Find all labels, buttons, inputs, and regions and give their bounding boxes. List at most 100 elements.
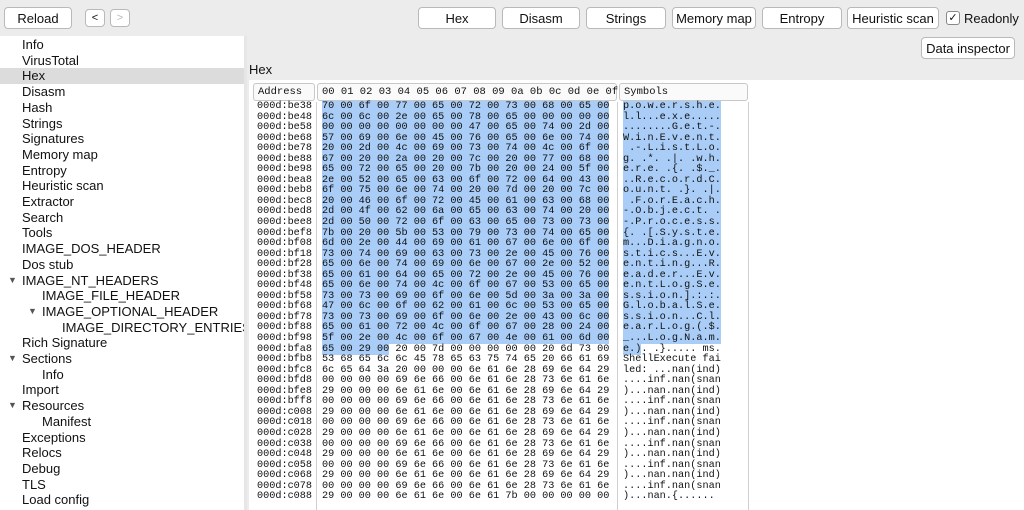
readonly-checkbox[interactable]: ✓ (946, 11, 960, 25)
sidebar-item-label: Extractor (22, 194, 75, 209)
sidebar-item-info[interactable]: Info (0, 37, 244, 53)
tab-memory-map[interactable]: Memory map (672, 7, 756, 29)
sidebar-item-resources[interactable]: ▼ Resources (0, 398, 244, 414)
sidebar-item-label: VirusTotal (22, 52, 79, 68)
sidebar-item-label: Manifest (42, 413, 92, 429)
sidebar-item-label: IMAGE_OPTIONAL_HEADER (42, 303, 219, 319)
sidebar-item-dos-stub[interactable]: Dos stub (0, 257, 244, 273)
symbols-column-header[interactable]: Symbols (619, 83, 748, 101)
hex-row-address: 000d:bee8 (257, 217, 313, 229)
symbols-column[interactable]: p.o.w.e.r.s.h.e. l.l...e.x.e.............… (623, 101, 721, 503)
sidebar-item-search[interactable]: Search (0, 210, 244, 226)
sidebar-item-label: IMAGE_NT_HEADERS (22, 272, 159, 288)
expand-arrow-icon[interactable]: ▼ (8, 398, 17, 414)
sidebar-item-load-config[interactable]: Load config (0, 492, 244, 508)
sidebar-item-manifest[interactable]: Manifest (0, 414, 244, 430)
sidebar-item-label: Hash (22, 99, 53, 115)
tab-heuristic-scan[interactable]: Heuristic scan (847, 7, 939, 29)
sidebar-item-label: Sections (22, 351, 72, 366)
bytes-column-header[interactable]: 00 01 02 03 04 05 06 07 08 09 0a 0b 0c 0… (317, 83, 618, 101)
hex-view[interactable]: Address 00 01 02 03 04 05 06 07 08 09 0a… (249, 80, 1024, 510)
forward-button[interactable]: > (110, 9, 130, 27)
sidebar-item-label: Import (22, 382, 59, 398)
reload-button[interactable]: Reload (4, 7, 72, 29)
sidebar-item-label: Info (22, 37, 44, 52)
sidebar-item-label: Strings (22, 115, 63, 131)
data-inspector-button[interactable]: Data inspector (921, 37, 1015, 59)
hex-row-symbols[interactable]: )...nan.{...... (623, 492, 721, 503)
sidebar-item-image-directory-entries[interactable]: IMAGE_DIRECTORY_ENTRIES (0, 320, 244, 336)
address-column: 000d:be38 000d:be48 000d:be58 000d:be68 000d… (257, 101, 313, 503)
readonly-label: Readonly (964, 11, 1019, 26)
sidebar-item-label: Load config (22, 492, 90, 508)
sidebar-item-debug[interactable]: Debug (0, 461, 244, 477)
sidebar-item-label: Relocs (22, 445, 62, 461)
back-button[interactable]: < (85, 9, 105, 27)
sidebar-item-rich-signature[interactable]: Rich Signature (0, 335, 244, 351)
sidebar-item-label: Search (22, 209, 64, 225)
address-column-header[interactable]: Address (253, 83, 315, 101)
sidebar-item-heuristic-scan[interactable]: Heuristic scan (0, 178, 244, 194)
hex-row-bytes[interactable]: 29 00 00 00 6e 61 6e 00 6e 61 6e 28 69 6… (322, 428, 609, 440)
expand-arrow-icon[interactable]: ▼ (8, 273, 17, 289)
sidebar-item-entropy[interactable]: Entropy (0, 163, 244, 179)
sidebar-item-extractor[interactable]: Extractor (0, 194, 244, 210)
sidebar-item-label: Info (42, 366, 64, 382)
sidebar-item-relocs[interactable]: Relocs (0, 445, 244, 461)
sidebar-item-label: Debug (22, 460, 61, 476)
sidebar-item-label: Tools (22, 225, 53, 241)
tab-disasm[interactable]: Disasm (502, 7, 580, 29)
sidebar-item-import[interactable]: Import (0, 382, 244, 398)
expand-arrow-icon[interactable]: ▼ (28, 304, 37, 320)
sidebar-item-image-file-header[interactable]: IMAGE_FILE_HEADER (0, 288, 244, 304)
hex-row-bytes[interactable]: 29 00 00 00 6e 61 6e 00 6e 61 7b 00 00 0… (322, 492, 609, 503)
tab-strings[interactable]: Strings (586, 7, 666, 29)
sidebar-item-label: Resources (22, 398, 85, 414)
column-divider (617, 102, 618, 510)
sidebar-item-label: TLS (22, 476, 46, 492)
sidebar-item-exceptions[interactable]: Exceptions (0, 430, 244, 446)
column-divider (748, 102, 749, 510)
hex-row-symbols[interactable]: p.o.w.e.r.s.h.e. (623, 101, 721, 113)
sidebar-item-tls[interactable]: TLS (0, 477, 244, 493)
sidebar-item-memory-map[interactable]: Memory map (0, 147, 244, 163)
hex-row-symbols[interactable]: -.P.r.o.c.e.s.s. (623, 217, 721, 229)
hex-section-title: Hex (249, 62, 273, 77)
sidebar-item-label: Rich Signature (22, 335, 108, 351)
sidebar-item-label: Disasm (22, 84, 66, 100)
sidebar-item-label: Hex (22, 68, 46, 84)
sidebar-item-label: IMAGE_DOS_HEADER (22, 241, 161, 257)
sidebar-item-image-dos-header[interactable]: IMAGE_DOS_HEADER (0, 241, 244, 257)
sidebar-item-hex[interactable]: Hex (0, 68, 244, 85)
sidebar-item-label: IMAGE_FILE_HEADER (42, 288, 180, 304)
sidebar-item-hash[interactable]: Hash (0, 100, 244, 116)
sidebar-item-image-nt-headers[interactable]: ▼ IMAGE_NT_HEADERS (0, 273, 244, 289)
sidebar-item-label: Signatures (22, 131, 85, 147)
sidebar-item-image-optional-header[interactable]: ▼ IMAGE_OPTIONAL_HEADER (0, 304, 244, 320)
hex-row-symbols[interactable]: )...nan.nan(ind) (623, 449, 721, 461)
sidebar-item-label: Exceptions (22, 429, 86, 445)
sidebar-item-info[interactable]: Info (0, 367, 244, 383)
sidebar-item-label: Heuristic scan (22, 178, 104, 194)
sidebar-item-label: Memory map (22, 146, 98, 162)
hex-row-address: 000d:c028 (257, 427, 313, 439)
sidebar-item-tools[interactable]: Tools (0, 225, 244, 241)
bytes-column[interactable]: 70 00 6f 00 77 00 65 00 72 00 73 00 68 0… (322, 101, 610, 503)
sidebar-item-sections[interactable]: ▼ Sections (0, 351, 244, 367)
sidebar-item-label: Entropy (22, 162, 67, 178)
hex-row-bytes[interactable]: 70 00 6f 00 77 00 65 00 72 00 73 00 68 0… (322, 101, 610, 113)
hex-row-symbols[interactable]: )...nan.nan(ind) (623, 428, 721, 440)
hex-row-bytes[interactable]: 29 00 00 00 6e 61 6e 00 6e 61 6e 28 69 6… (322, 449, 609, 461)
hex-row-address: 000d:bf98 (257, 333, 313, 345)
sidebar-item-virustotal[interactable]: VirusTotal (0, 53, 244, 69)
sidebar-item-strings[interactable]: Strings (0, 116, 244, 132)
sidebar-item-label: IMAGE_DIRECTORY_ENTRIES (62, 319, 245, 335)
sidebar-item-signatures[interactable]: Signatures (0, 131, 244, 147)
splitter-handle[interactable] (244, 36, 247, 510)
tab-hex[interactable]: Hex (418, 7, 496, 29)
tab-entropy[interactable]: Entropy (762, 7, 842, 29)
hex-row-bytes[interactable]: 2d 00 50 00 72 00 6f 00 63 00 65 00 73 0… (322, 217, 610, 229)
sidebar-item-disasm[interactable]: Disasm (0, 84, 244, 100)
expand-arrow-icon[interactable]: ▼ (8, 351, 17, 367)
column-divider (316, 102, 317, 510)
